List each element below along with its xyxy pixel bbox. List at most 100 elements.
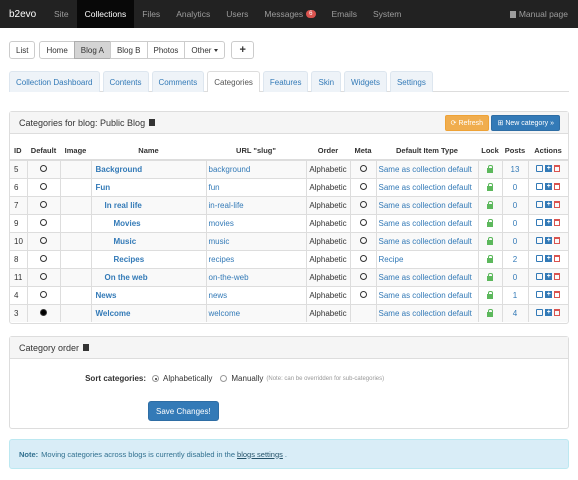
cell-posts[interactable]: 0: [501, 231, 528, 250]
list-button[interactable]: List: [9, 41, 36, 59]
unlock-icon[interactable]: [487, 182, 493, 191]
cell-posts[interactable]: 2: [501, 249, 528, 268]
default-radio[interactable]: [40, 308, 47, 316]
add-subcategory-icon[interactable]: +: [545, 254, 553, 262]
default-radio[interactable]: [40, 290, 47, 298]
cell-item-type[interactable]: Same as collection default: [375, 159, 478, 178]
add-subcategory-icon[interactable]: +: [545, 218, 553, 226]
default-radio[interactable]: [40, 272, 47, 280]
default-radio[interactable]: [40, 182, 47, 190]
cell-posts[interactable]: 4: [501, 303, 528, 322]
cell-posts[interactable]: 0: [501, 177, 528, 196]
meta-radio[interactable]: [359, 290, 367, 298]
cell-posts[interactable]: 0: [501, 213, 528, 232]
meta-radio[interactable]: [359, 272, 367, 280]
default-radio[interactable]: [40, 164, 47, 172]
nav-messages[interactable]: Messages 6: [256, 0, 323, 28]
unlock-icon[interactable]: [487, 164, 493, 173]
meta-radio[interactable]: [359, 218, 367, 226]
unlock-icon[interactable]: [487, 308, 493, 317]
add-subcategory-icon[interactable]: +: [545, 308, 553, 316]
unlock-icon[interactable]: [487, 218, 493, 227]
brand-logo[interactable]: b2evo: [0, 0, 46, 28]
default-radio[interactable]: [40, 218, 47, 226]
cell-slug[interactable]: music: [205, 231, 306, 250]
delete-icon[interactable]: [554, 218, 561, 226]
meta-radio[interactable]: [359, 182, 367, 190]
meta-radio[interactable]: [359, 200, 367, 208]
cell-slug[interactable]: movies: [205, 213, 306, 232]
sort-manually-option[interactable]: Manually (Note: can be overridden for sub…: [220, 374, 384, 383]
add-subcategory-icon[interactable]: +: [545, 164, 553, 172]
default-radio[interactable]: [40, 236, 47, 244]
edit-icon[interactable]: [536, 272, 544, 280]
tab-contents[interactable]: Contents: [102, 71, 149, 92]
add-subcategory-icon[interactable]: +: [545, 236, 553, 244]
home-button[interactable]: Home: [39, 41, 75, 59]
nav-site[interactable]: Site: [46, 0, 77, 28]
edit-icon[interactable]: [536, 236, 544, 244]
edit-icon[interactable]: [536, 290, 544, 298]
delete-icon[interactable]: [554, 236, 561, 244]
meta-radio[interactable]: [359, 254, 367, 262]
tab-skin[interactable]: Skin: [311, 71, 342, 92]
delete-icon[interactable]: [554, 200, 561, 208]
unlock-icon[interactable]: [487, 290, 493, 299]
edit-icon[interactable]: [536, 164, 544, 172]
delete-icon[interactable]: [554, 308, 561, 316]
cell-name[interactable]: Background: [90, 159, 206, 178]
edit-icon[interactable]: [536, 308, 544, 316]
edit-icon[interactable]: [536, 200, 544, 208]
default-radio[interactable]: [40, 200, 47, 208]
radio-alphabetically[interactable]: [152, 375, 159, 382]
edit-icon[interactable]: [536, 254, 544, 262]
cell-item-type[interactable]: Same as collection default: [375, 177, 478, 196]
cell-name[interactable]: Music: [90, 231, 206, 250]
delete-icon[interactable]: [554, 290, 561, 298]
meta-radio[interactable]: [359, 236, 367, 244]
cell-slug[interactable]: recipes: [205, 249, 306, 268]
cell-posts[interactable]: 0: [501, 267, 528, 286]
cell-name[interactable]: In real life: [90, 195, 206, 214]
delete-icon[interactable]: [554, 272, 561, 280]
edit-icon[interactable]: [536, 218, 544, 226]
unlock-icon[interactable]: [487, 272, 493, 281]
cell-posts[interactable]: 1: [501, 285, 528, 304]
cell-slug[interactable]: welcome: [205, 303, 306, 322]
blogs-settings-link[interactable]: blogs settings: [237, 450, 283, 459]
unlock-icon[interactable]: [487, 254, 493, 263]
add-subcategory-icon[interactable]: +: [545, 182, 553, 190]
photos-button[interactable]: Photos: [146, 41, 186, 59]
cell-item-type[interactable]: Same as collection default: [375, 195, 478, 214]
add-subcategory-icon[interactable]: +: [545, 272, 553, 280]
delete-icon[interactable]: [554, 182, 561, 190]
tab-widgets[interactable]: Widgets: [344, 71, 387, 92]
cell-name[interactable]: Welcome: [90, 303, 206, 322]
edit-icon[interactable]: [536, 182, 544, 190]
nav-emails[interactable]: Emails: [324, 0, 366, 28]
tab-settings[interactable]: Settings: [389, 71, 433, 92]
cell-slug[interactable]: in-real-life: [205, 195, 306, 214]
cell-item-type[interactable]: Same as collection default: [375, 303, 478, 322]
add-subcategory-icon[interactable]: +: [545, 290, 553, 298]
cell-name[interactable]: Movies: [90, 213, 206, 232]
cell-item-type[interactable]: Same as collection default: [375, 267, 478, 286]
tab-comments[interactable]: Comments: [151, 71, 205, 92]
save-changes-button[interactable]: Save Changes!: [148, 401, 219, 421]
cell-posts[interactable]: 13: [501, 159, 528, 178]
manual-page-link[interactable]: Manual page: [509, 0, 568, 28]
blog-a-button[interactable]: Blog A: [73, 41, 111, 59]
new-category-button[interactable]: ⊞ New category »: [491, 115, 560, 131]
cell-item-type[interactable]: Same as collection default: [375, 231, 478, 250]
nav-collections[interactable]: Collections: [76, 0, 135, 28]
cell-slug[interactable]: news: [205, 285, 306, 304]
other-dropdown[interactable]: Other: [184, 41, 226, 59]
unlock-icon[interactable]: [487, 200, 493, 209]
blog-b-button[interactable]: Blog B: [109, 41, 148, 59]
delete-icon[interactable]: [554, 254, 561, 262]
cell-slug[interactable]: fun: [205, 177, 306, 196]
cell-slug[interactable]: on-the-web: [205, 267, 306, 286]
nav-users[interactable]: Users: [218, 0, 256, 28]
cell-name[interactable]: News: [90, 285, 206, 304]
tab-categories[interactable]: Categories: [207, 71, 260, 92]
